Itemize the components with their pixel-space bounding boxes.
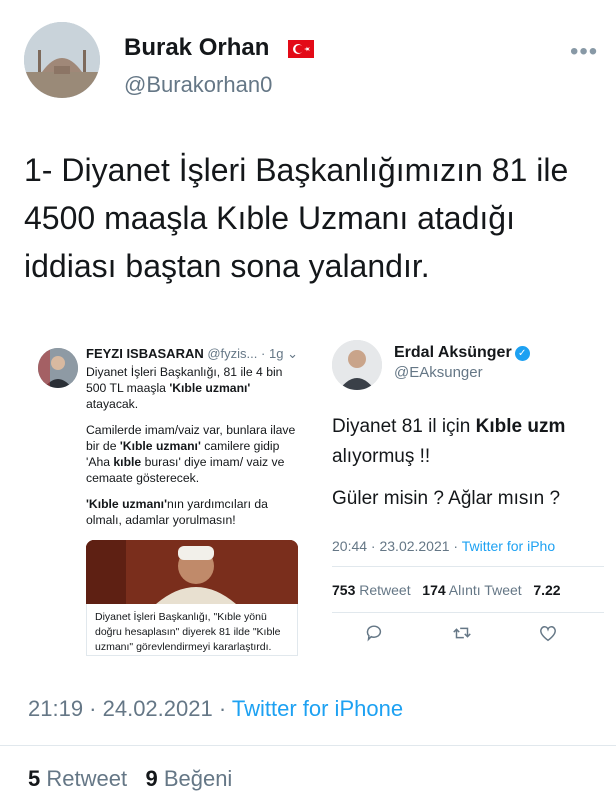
tweet-text: 1- Diyanet İşleri Başkanlığımızın 81 ile… xyxy=(24,152,569,284)
embedded-actions xyxy=(332,622,604,646)
embedded-tweet-text: Diyanet İşleri Başkanlığı, 81 ile 4 bin … xyxy=(86,365,296,527)
embedded-author: Erdal Aksünger ✓ xyxy=(394,344,530,362)
like-heart-icon xyxy=(536,622,560,646)
embedded-author-name: FEYZI ISBASARAN xyxy=(86,346,204,361)
turkey-flag-icon xyxy=(288,40,314,58)
reply-icon xyxy=(362,622,386,646)
tweet-time: 21:19 · 24.02.2021 · xyxy=(28,696,232,721)
embedded-author: FEYZI ISBASARAN @fyzis... · 1g ⌄ xyxy=(86,346,298,362)
tweet-timestamp: 21:19 · 24.02.2021 · Twitter for iPhone xyxy=(28,696,403,722)
retweet-count-link[interactable]: 5 Retweet xyxy=(28,766,127,791)
embedded-tweet-text: Diyanet 81 il için Kıble uzm alıyormuş !!… xyxy=(332,416,566,509)
embedded-news-caption: Diyanet İşleri Başkanlığı, "Kıble yönü d… xyxy=(86,604,298,656)
embedded-timestamp: 20:44 · 23.02.2021 · Twitter for iPho xyxy=(332,538,556,554)
embedded-avatar xyxy=(38,348,78,388)
embedded-news-image xyxy=(86,540,298,604)
verified-badge-icon: ✓ xyxy=(514,346,530,361)
divider xyxy=(332,566,604,567)
chevron-down-icon: ⌄ xyxy=(287,346,298,361)
embedded-screenshot-right[interactable]: Erdal Aksünger ✓ @EAksunger Diyanet 81 il… xyxy=(326,336,604,656)
embedded-stats: 753 Retweet 174 Alıntı Tweet 7.22 xyxy=(332,582,561,598)
author-name[interactable]: Burak Orhan xyxy=(124,34,269,62)
embedded-author-name: Erdal Aksünger xyxy=(394,344,512,361)
embedded-screenshot-left[interactable]: FEYZI ISBASARAN @fyzis... · 1g ⌄ Diyanet… xyxy=(28,336,306,656)
retweet-icon xyxy=(450,622,474,646)
embedded-author-handle: @fyzis... xyxy=(207,346,258,361)
more-options-icon[interactable]: ••• xyxy=(570,38,598,66)
divider xyxy=(332,612,604,613)
author-handle[interactable]: @Burakorhan0 xyxy=(124,72,272,98)
divider xyxy=(0,745,616,746)
like-count-link[interactable]: 9 Beğeni xyxy=(145,766,232,791)
author-avatar[interactable] xyxy=(24,22,100,98)
tweet-source-link[interactable]: Twitter for iPhone xyxy=(232,696,403,721)
embedded-author-handle: @EAksunger xyxy=(394,364,483,381)
embedded-avatar xyxy=(332,340,382,390)
embedded-tweet-age: · 1g xyxy=(261,346,284,361)
engagement-counts: 5 Retweet 9 Beğeni xyxy=(28,766,232,792)
